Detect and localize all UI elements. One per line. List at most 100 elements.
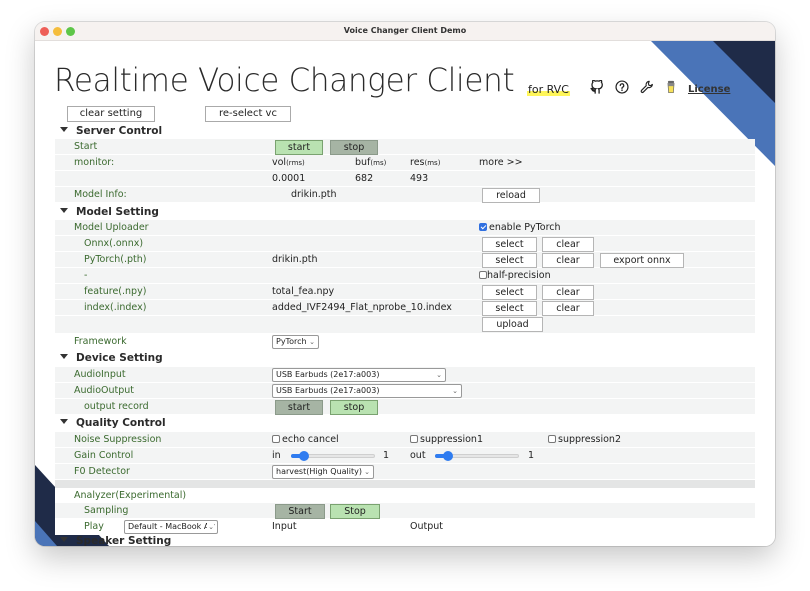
license-link[interactable]: License bbox=[688, 84, 730, 95]
onnx-select-button[interactable]: select bbox=[482, 237, 537, 252]
play-row: Play Default - MacBook Air ⌄ Input Output bbox=[55, 519, 755, 535]
feature-clear-button[interactable]: clear bbox=[542, 285, 594, 300]
chevron-down-icon: ⌄ bbox=[436, 371, 442, 379]
pytorch-select-button[interactable]: select bbox=[482, 253, 537, 268]
checkbox-unchecked-icon bbox=[479, 271, 487, 279]
output-record-row: output record start stop bbox=[55, 399, 755, 415]
feature-file: total_fea.npy bbox=[272, 286, 335, 297]
f0-detector-select[interactable]: harvest(High Quality) ⌄ bbox=[272, 465, 374, 479]
help-icon[interactable] bbox=[614, 79, 630, 95]
framework-label: Framework bbox=[74, 336, 127, 347]
section-quality-control[interactable]: Quality Control bbox=[60, 417, 166, 429]
coffee-cup-icon[interactable] bbox=[663, 79, 679, 95]
noise-suppression-row: Noise Suppression echo cancel suppressio… bbox=[55, 432, 755, 448]
title-bar: Voice Changer Client Demo bbox=[35, 22, 775, 41]
upload-button[interactable]: upload bbox=[482, 317, 543, 332]
page-title: Realtime Voice Changer Client bbox=[54, 62, 515, 100]
f0-detector-label: F0 Detector bbox=[74, 466, 130, 477]
page-content: Realtime Voice Changer Client for RVC Li… bbox=[35, 41, 775, 546]
row-divider bbox=[55, 480, 755, 488]
checkbox-unchecked-icon bbox=[410, 435, 418, 443]
sampling-stop-button[interactable]: Stop bbox=[330, 504, 380, 519]
export-onnx-button[interactable]: export onnx bbox=[600, 253, 684, 268]
enable-pytorch-checkbox[interactable]: enable PyTorch bbox=[479, 222, 561, 233]
echo-cancel-checkbox[interactable]: echo cancel bbox=[272, 434, 339, 445]
section-speaker-setting[interactable]: Speaker Setting bbox=[60, 535, 171, 546]
sampling-start-button[interactable]: Start bbox=[275, 504, 325, 519]
collapse-triangle-icon bbox=[60, 127, 68, 132]
model-info-row: Model Info: drikin.pth reload bbox=[55, 187, 755, 203]
pytorch-file: drikin.pth bbox=[272, 254, 318, 265]
gain-in-slider[interactable] bbox=[291, 451, 375, 461]
gain-out-slider[interactable] bbox=[435, 451, 519, 461]
record-stop-button[interactable]: stop bbox=[330, 400, 378, 415]
framework-select[interactable]: PyTorch ⌄ bbox=[272, 335, 319, 349]
gain-out-label: out bbox=[410, 450, 426, 461]
index-select-button[interactable]: select bbox=[482, 301, 537, 316]
play-device-select[interactable]: Default - MacBook Air ⌄ bbox=[124, 520, 218, 534]
server-stop-button[interactable]: stop bbox=[330, 140, 378, 155]
chevron-down-icon: ⌄ bbox=[364, 468, 370, 476]
monitor-values-row: 0.0001 682 493 bbox=[55, 171, 755, 187]
pytorch-row: PyTorch(.pth) drikin.pth select clear ex… bbox=[55, 252, 755, 268]
half-precision-checkbox[interactable]: half-precision bbox=[479, 270, 551, 281]
index-clear-button[interactable]: clear bbox=[542, 301, 594, 316]
start-label: Start bbox=[74, 141, 98, 152]
output-label: Output bbox=[410, 521, 443, 532]
sampling-label: Sampling bbox=[84, 505, 129, 516]
res-header: res(ms) bbox=[410, 157, 441, 168]
vol-value: 0.0001 bbox=[272, 173, 306, 184]
index-row: index(.index) added_IVF2494_Flat_nprobe_… bbox=[55, 300, 755, 316]
reselect-vc-button[interactable]: re-select vc bbox=[205, 106, 291, 122]
monitor-label: monitor: bbox=[74, 157, 115, 168]
wrench-icon[interactable] bbox=[639, 79, 655, 95]
section-device-setting[interactable]: Device Setting bbox=[60, 352, 163, 364]
audio-input-select[interactable]: USB Earbuds (2e17:a003) ⌄ bbox=[272, 368, 446, 382]
model-info-value: drikin.pth bbox=[291, 189, 337, 200]
half-precision-row: - half-precision bbox=[55, 268, 755, 284]
server-start-row: Start start stop bbox=[55, 139, 755, 155]
f0-detector-row: F0 Detector harvest(High Quality) ⌄ bbox=[55, 464, 755, 480]
buf-header: buf(ms) bbox=[355, 157, 387, 168]
section-heading: Speaker Setting bbox=[76, 535, 172, 546]
noise-suppression-label: Noise Suppression bbox=[74, 434, 162, 445]
gain-out-value: 1 bbox=[528, 450, 535, 461]
pytorch-label: PyTorch(.pth) bbox=[84, 254, 147, 265]
github-icon[interactable] bbox=[589, 79, 605, 95]
audio-output-row: AudioOutput USB Earbuds (2e17:a003) ⌄ bbox=[55, 383, 755, 399]
slider-thumb[interactable] bbox=[442, 451, 453, 461]
model-uploader-row: Model Uploader enable PyTorch bbox=[55, 220, 755, 236]
res-value: 493 bbox=[410, 173, 429, 184]
server-start-button[interactable]: start bbox=[275, 140, 323, 155]
suppression1-checkbox[interactable]: suppression1 bbox=[410, 434, 483, 445]
monitor-row: monitor: vol(rms) buf(ms) res(ms) more >… bbox=[55, 155, 755, 171]
gain-in-label: in bbox=[272, 450, 281, 461]
record-start-button[interactable]: start bbox=[275, 400, 323, 415]
clear-setting-button[interactable]: clear setting bbox=[67, 106, 155, 122]
section-heading: Device Setting bbox=[76, 352, 163, 364]
collapse-triangle-icon bbox=[60, 419, 68, 424]
chevron-down-icon: ⌄ bbox=[309, 338, 315, 346]
index-label: index(.index) bbox=[84, 302, 147, 313]
audio-input-label: AudioInput bbox=[74, 369, 126, 380]
feature-select-button[interactable]: select bbox=[482, 285, 537, 300]
more-link[interactable]: more >> bbox=[479, 157, 523, 168]
collapse-triangle-icon bbox=[60, 537, 68, 542]
section-model-setting[interactable]: Model Setting bbox=[60, 206, 159, 218]
onnx-clear-button[interactable]: clear bbox=[542, 237, 594, 252]
reload-button[interactable]: reload bbox=[482, 188, 540, 203]
upload-row: upload bbox=[55, 316, 755, 334]
audio-output-select[interactable]: USB Earbuds (2e17:a003) ⌄ bbox=[272, 384, 462, 398]
section-server-control[interactable]: Server Control bbox=[60, 125, 162, 137]
slider-thumb[interactable] bbox=[298, 451, 309, 461]
onnx-label: Onnx(.onnx) bbox=[84, 238, 144, 249]
page-subtitle: for RVC bbox=[527, 83, 570, 96]
collapse-triangle-icon bbox=[60, 208, 68, 213]
model-uploader-label: Model Uploader bbox=[74, 222, 149, 233]
suppression2-checkbox[interactable]: suppression2 bbox=[548, 434, 621, 445]
model-info-label: Model Info: bbox=[74, 189, 127, 200]
gain-control-row: Gain Control in 1 out 1 bbox=[55, 448, 755, 464]
feature-row: feature(.npy) total_fea.npy select clear bbox=[55, 284, 755, 300]
checkbox-unchecked-icon bbox=[548, 435, 556, 443]
pytorch-clear-button[interactable]: clear bbox=[542, 253, 594, 268]
